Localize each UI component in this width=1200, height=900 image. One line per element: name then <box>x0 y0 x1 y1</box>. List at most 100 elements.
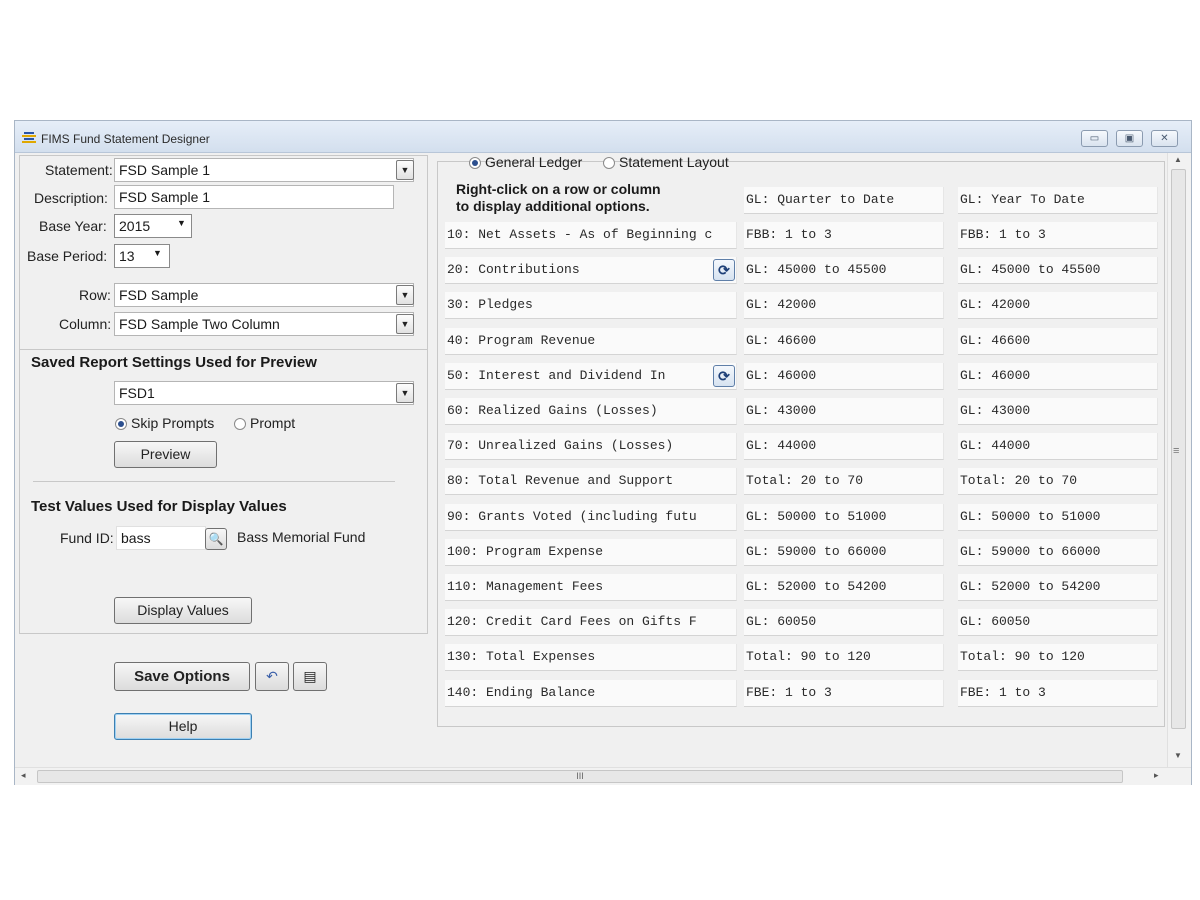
row-label-cell[interactable]: 50: Interest and Dividend In <box>445 363 737 390</box>
column-dropdown-icon[interactable]: ▼ <box>396 314 414 334</box>
general-ledger-label[interactable]: General Ledger <box>485 154 582 170</box>
prompt-radio[interactable] <box>234 418 246 430</box>
quarter-to-date-cell[interactable]: GL: 42000 <box>744 292 944 319</box>
table-row[interactable]: 40: Program Revenue GL: 46600 GL: 46600 <box>445 328 1161 356</box>
close-button[interactable]: ✕ <box>1151 130 1178 147</box>
table-row[interactable]: 60: Realized Gains (Losses) GL: 43000 GL: … <box>445 398 1161 426</box>
table-row[interactable]: 80: Total Revenue and Support Total: 20 t… <box>445 468 1161 496</box>
year-to-date-cell[interactable]: Total: 90 to 120 <box>958 644 1158 671</box>
row-label-cell[interactable]: 100: Program Expense <box>445 539 737 566</box>
scroll-up-icon[interactable]: ▲ <box>1174 155 1182 164</box>
save-options-button[interactable]: Save Options <box>114 662 250 691</box>
scroll-down-icon[interactable]: ▼ <box>1174 751 1182 760</box>
table-row[interactable]: 110: Management Fees GL: 52000 to 54200 GL… <box>445 574 1161 602</box>
table-row[interactable]: 130: Total Expenses Total: 90 to 120 Total… <box>445 644 1161 672</box>
row-label-cell[interactable]: 60: Realized Gains (Losses) <box>445 398 737 425</box>
undo-icon[interactable]: ↶ <box>255 662 289 691</box>
row-label-cell[interactable]: 110: Management Fees <box>445 574 737 601</box>
quarter-to-date-cell[interactable]: FBE: 1 to 3 <box>744 680 944 707</box>
vertical-scroll-thumb[interactable]: ≡ <box>1171 169 1186 729</box>
scroll-right-icon[interactable]: ▸ <box>1154 770 1159 781</box>
row-label-cell[interactable]: 80: Total Revenue and Support <box>445 468 737 495</box>
saved-report-combo[interactable]: FSD1 <box>114 381 414 405</box>
quarter-to-date-cell[interactable]: GL: 60050 <box>744 609 944 636</box>
quarter-to-date-cell[interactable]: GL: 59000 to 66000 <box>744 539 944 566</box>
year-to-date-cell[interactable]: GL: 44000 <box>958 433 1158 460</box>
table-row[interactable]: 20: Contributions ⟳ GL: 45000 to 45500 GL: … <box>445 257 1161 285</box>
fund-id-field[interactable]: bass <box>116 526 206 550</box>
general-ledger-radio[interactable] <box>469 157 481 169</box>
minimize-button[interactable]: ▭ <box>1081 130 1108 147</box>
year-to-date-cell[interactable]: FBE: 1 to 3 <box>958 680 1158 707</box>
column-header-1[interactable]: GL: Quarter to Date <box>744 187 944 214</box>
quarter-to-date-cell[interactable]: GL: 52000 to 54200 <box>744 574 944 601</box>
lookup-icon[interactable]: 🔍 <box>205 528 227 550</box>
quarter-to-date-cell[interactable]: Total: 20 to 70 <box>744 468 944 495</box>
year-to-date-cell[interactable]: GL: 46000 <box>958 363 1158 390</box>
row-label-cell[interactable]: 10: Net Assets - As of Beginning c <box>445 222 737 249</box>
year-to-date-cell[interactable]: GL: 42000 <box>958 292 1158 319</box>
table-row[interactable]: 100: Program Expense GL: 59000 to 66000 GL… <box>445 539 1161 567</box>
row-label-cell[interactable]: 130: Total Expenses <box>445 644 737 671</box>
horizontal-scrollbar[interactable]: ◂ III ▸ <box>15 767 1191 785</box>
skip-prompts-radio[interactable] <box>115 418 127 430</box>
quarter-to-date-cell[interactable]: GL: 43000 <box>744 398 944 425</box>
year-to-date-cell[interactable]: GL: 60050 <box>958 609 1158 636</box>
preview-button[interactable]: Preview <box>114 441 217 468</box>
refresh-icon[interactable]: ⟳ <box>713 365 735 387</box>
row-label-cell[interactable]: 140: Ending Balance <box>445 680 737 707</box>
base-year-select[interactable]: 2015 ▼ <box>114 214 192 238</box>
row-label-cell[interactable]: 120: Credit Card Fees on Gifts F <box>445 609 737 636</box>
row-label-cell[interactable]: 20: Contributions <box>445 257 737 284</box>
statement-combo[interactable]: FSD Sample 1 <box>114 158 414 182</box>
row-label-cell[interactable]: 90: Grants Voted (including futu <box>445 504 737 531</box>
table-row[interactable]: 90: Grants Voted (including futu GL: 5000… <box>445 504 1161 532</box>
quarter-to-date-cell[interactable]: GL: 46000 <box>744 363 944 390</box>
title-bar[interactable]: FIMS Fund Statement Designer ▭ ▣ ✕ <box>15 121 1191 153</box>
statement-layout-label[interactable]: Statement Layout <box>619 154 729 170</box>
saved-report-dropdown-icon[interactable]: ▼ <box>396 383 414 403</box>
row-combo[interactable]: FSD Sample <box>114 283 414 307</box>
maximize-button[interactable]: ▣ <box>1116 130 1143 147</box>
table-row[interactable]: 120: Credit Card Fees on Gifts F GL: 6005… <box>445 609 1161 637</box>
table-row[interactable]: 10: Net Assets - As of Beginning c FBB: 1… <box>445 222 1161 250</box>
column-header-2[interactable]: GL: Year To Date <box>958 187 1158 214</box>
description-field[interactable]: FSD Sample 1 <box>114 185 394 209</box>
prompt-label[interactable]: Prompt <box>250 415 295 431</box>
quarter-to-date-cell[interactable]: GL: 44000 <box>744 433 944 460</box>
help-button[interactable]: Help <box>114 713 252 740</box>
table-row[interactable]: 30: Pledges GL: 42000 GL: 42000 <box>445 292 1161 320</box>
table-row[interactable]: 50: Interest and Dividend In ⟳ GL: 46000 GL… <box>445 363 1161 391</box>
year-to-date-cell[interactable]: GL: 59000 to 66000 <box>958 539 1158 566</box>
quarter-to-date-cell[interactable]: Total: 90 to 120 <box>744 644 944 671</box>
quarter-to-date-cell[interactable]: GL: 45000 to 45500 <box>744 257 944 284</box>
statement-layout-radio[interactable] <box>603 157 615 169</box>
year-to-date-cell[interactable]: GL: 46600 <box>958 328 1158 355</box>
row-dropdown-icon[interactable]: ▼ <box>396 285 414 305</box>
quarter-to-date-cell[interactable]: FBB: 1 to 3 <box>744 222 944 249</box>
row-label-cell[interactable]: 40: Program Revenue <box>445 328 737 355</box>
table-row[interactable]: 70: Unrealized Gains (Losses) GL: 44000 GL… <box>445 433 1161 461</box>
quarter-to-date-cell[interactable]: GL: 50000 to 51000 <box>744 504 944 531</box>
row-label-cell[interactable]: 70: Unrealized Gains (Losses) <box>445 433 737 460</box>
year-to-date-cell[interactable]: Total: 20 to 70 <box>958 468 1158 495</box>
year-to-date-cell[interactable]: GL: 43000 <box>958 398 1158 425</box>
vertical-scrollbar[interactable]: ▲ ≡ ▼ <box>1167 153 1191 767</box>
year-to-date-cell[interactable]: FBB: 1 to 3 <box>958 222 1158 249</box>
row-label-cell[interactable]: 30: Pledges <box>445 292 737 319</box>
display-values-button[interactable]: Display Values <box>114 597 252 624</box>
year-to-date-cell[interactable]: GL: 50000 to 51000 <box>958 504 1158 531</box>
year-to-date-cell[interactable]: GL: 45000 to 45500 <box>958 257 1158 284</box>
base-period-select[interactable]: 13 ▼ <box>114 244 170 268</box>
table-row[interactable]: 140: Ending Balance FBE: 1 to 3 FBE: 1 to … <box>445 680 1161 708</box>
fund-name: Bass Memorial Fund <box>237 529 366 545</box>
report-icon[interactable]: ▤ <box>293 662 327 691</box>
statement-dropdown-icon[interactable]: ▼ <box>396 160 414 180</box>
skip-prompts-label[interactable]: Skip Prompts <box>131 415 214 431</box>
column-combo[interactable]: FSD Sample Two Column <box>114 312 414 336</box>
scroll-left-icon[interactable]: ◂ <box>21 770 26 781</box>
quarter-to-date-cell[interactable]: GL: 46600 <box>744 328 944 355</box>
year-to-date-cell[interactable]: GL: 52000 to 54200 <box>958 574 1158 601</box>
refresh-icon[interactable]: ⟳ <box>713 259 735 281</box>
horizontal-scroll-thumb[interactable]: III <box>37 770 1123 783</box>
